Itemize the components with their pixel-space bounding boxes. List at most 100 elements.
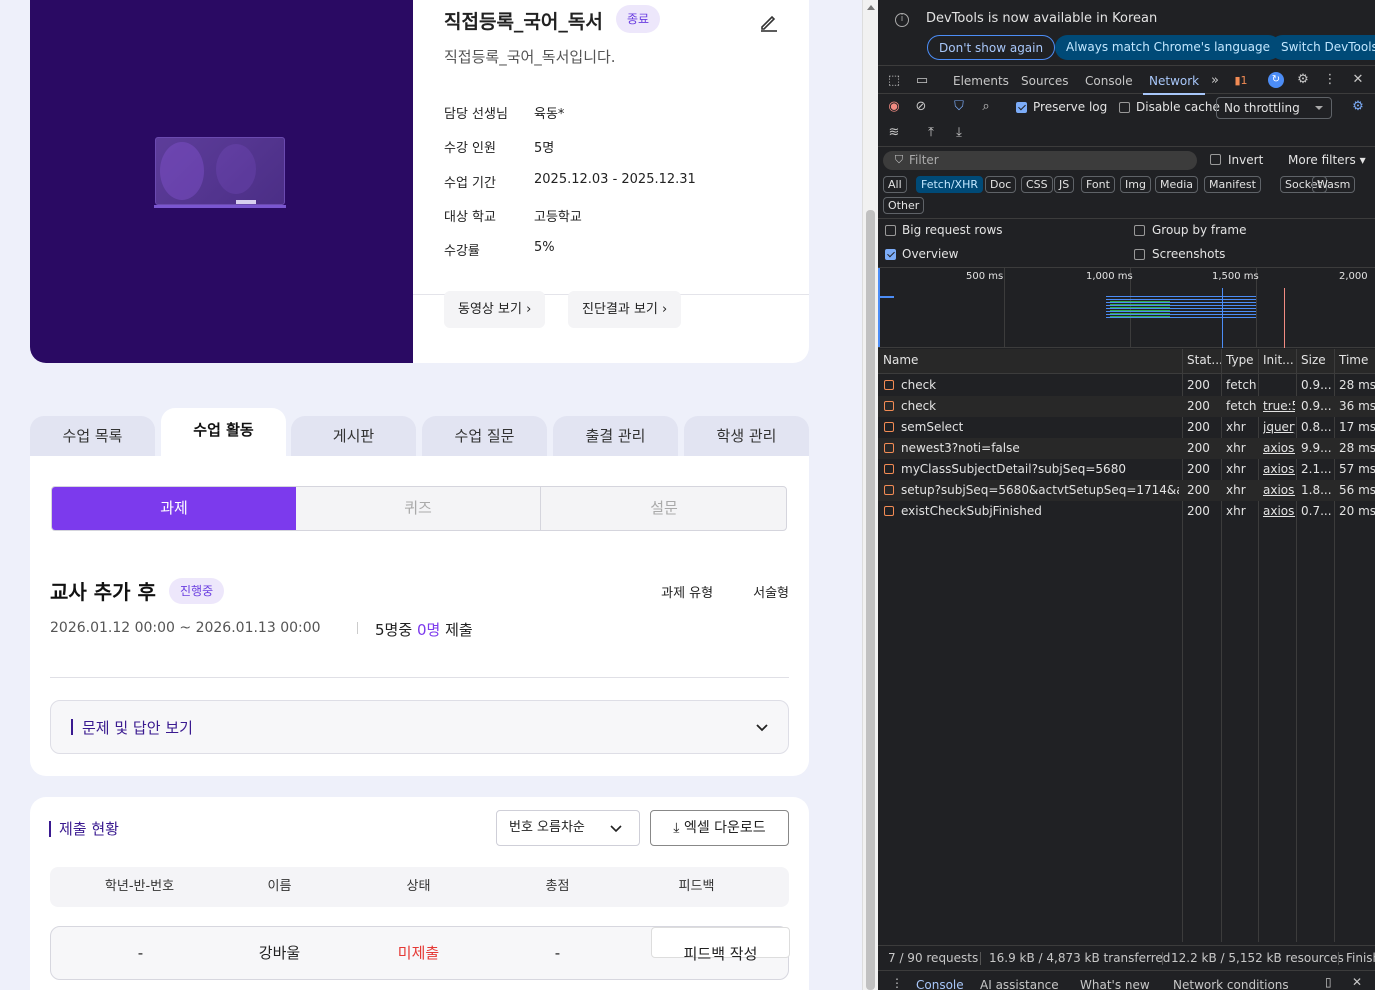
detail-label: 수강 인원 xyxy=(444,141,496,156)
tab-attendance[interactable]: 출결 관리 xyxy=(553,416,678,456)
filter-placeholder: Filter xyxy=(909,153,939,167)
more-filters-button[interactable]: More filters ▾ xyxy=(1288,153,1366,167)
issues-badge[interactable]: ▮1 xyxy=(1230,73,1252,89)
invert-checkbox[interactable] xyxy=(1210,154,1221,165)
feedback-button[interactable]: 피드백 작성 xyxy=(651,927,790,963)
col-size[interactable]: Size xyxy=(1301,353,1326,367)
video-button[interactable]: 동영상 보기 › xyxy=(444,291,546,328)
device-toolbar-icon[interactable]: ▭ xyxy=(914,73,930,89)
scroll-up-icon[interactable] xyxy=(867,5,875,10)
filter-all[interactable]: All xyxy=(883,176,907,193)
table-row[interactable]: check 200 fetch true:5 0.9... 36 ms xyxy=(878,396,1375,417)
segment-quiz[interactable]: 퀴즈 xyxy=(296,487,541,530)
excel-download-button[interactable]: ⤓ 엑셀 다운로드 xyxy=(650,810,789,846)
request-status: 200 xyxy=(1187,399,1210,413)
dock-icon[interactable]: ▯ xyxy=(1325,975,1332,989)
switch-devtools-button[interactable]: Switch DevTools xyxy=(1270,35,1375,60)
diagnosis-button[interactable]: 진단결과 보기 › xyxy=(568,291,682,328)
sort-select[interactable]: 번호 오름차순 xyxy=(496,810,640,846)
tab-questions[interactable]: 수업 질문 xyxy=(422,416,547,456)
table-row[interactable]: myClassSubjectDetail?subjSeq=5680 200 xhr a… xyxy=(878,459,1375,480)
table-row[interactable]: check 200 fetch 0.9... 28 ms xyxy=(878,375,1375,396)
inspect-icon[interactable]: ⬚ xyxy=(886,73,902,89)
network-filter-input[interactable]: Filter xyxy=(883,151,1197,170)
filter-img[interactable]: Img xyxy=(1120,176,1151,193)
tab-class-activity[interactable]: 수업 활동 xyxy=(161,408,286,456)
kebab-menu-icon[interactable]: ⋮ xyxy=(1322,72,1338,88)
request-size: 0.8... xyxy=(1301,420,1332,434)
tab-elements[interactable]: Elements xyxy=(953,74,1009,88)
drawer-tab-whats-new[interactable]: What's new xyxy=(1080,978,1150,990)
sync-icon[interactable]: ↻ xyxy=(1268,72,1284,88)
table-row[interactable]: semSelect 200 xhr jquery 0.8... 17 ms xyxy=(878,417,1375,438)
tab-console[interactable]: Console xyxy=(1085,74,1133,88)
request-initiator[interactable]: axios.r xyxy=(1263,462,1295,476)
wifi-icon[interactable]: ≋ xyxy=(886,125,902,141)
col-type[interactable]: Type xyxy=(1226,353,1254,367)
col-time[interactable]: Time xyxy=(1339,353,1368,367)
drawer-tab-console[interactable]: Console xyxy=(916,978,964,990)
overview-checkbox[interactable] xyxy=(885,249,896,260)
match-language-button[interactable]: Always match Chrome's language xyxy=(1055,35,1281,60)
search-icon[interactable]: ⌕ xyxy=(978,99,994,115)
more-tabs-icon[interactable]: » xyxy=(1207,73,1223,89)
filter-font[interactable]: Font xyxy=(1081,176,1115,193)
table-row[interactable]: newest3?noti=false 200 xhr axios.r 9.9... 28 … xyxy=(878,438,1375,459)
network-settings-icon[interactable]: ⚙ xyxy=(1350,99,1366,115)
throttling-select[interactable]: No throttling xyxy=(1216,97,1332,119)
filter-css[interactable]: CSS xyxy=(1021,176,1053,193)
devtools-language-notice: i DevTools is now available in Korean Do… xyxy=(878,0,1375,66)
filter-js[interactable]: JS xyxy=(1054,176,1075,193)
tab-students[interactable]: 학생 관리 xyxy=(684,416,809,456)
close-drawer-icon[interactable]: ✕ xyxy=(1352,975,1362,989)
page-scrollbar[interactable] xyxy=(862,0,878,990)
gear-icon[interactable]: ⚙ xyxy=(1295,72,1311,88)
excel-download-label: 엑셀 다운로드 xyxy=(683,820,766,836)
web-app: 직접등록_국어_독서 종료 직접등록_국어_독서입니다. 담당 선생님 육동* 수… xyxy=(0,0,862,990)
close-icon[interactable]: ✕ xyxy=(1350,72,1366,88)
filter-manifest[interactable]: Manifest xyxy=(1204,176,1261,193)
drawer-tab-ai-assistance[interactable]: AI assistance xyxy=(980,978,1059,990)
tab-board[interactable]: 게시판 xyxy=(291,416,416,456)
more-filters-label: More filters xyxy=(1288,153,1356,167)
network-overview-timeline[interactable]: 500 ms 1,000 ms 1,500 ms 2,000 xyxy=(878,267,1375,348)
col-name[interactable]: Name xyxy=(883,353,918,367)
download-icon[interactable]: ⤓ xyxy=(951,125,967,141)
segment-survey[interactable]: 설문 xyxy=(541,487,786,530)
filter-fetch-xhr[interactable]: Fetch/XHR xyxy=(916,176,983,193)
tab-sources[interactable]: Sources xyxy=(1021,74,1068,88)
group-frame-checkbox[interactable] xyxy=(1134,225,1145,236)
filter-other[interactable]: Other xyxy=(883,197,925,214)
request-initiator[interactable]: axios.r xyxy=(1263,504,1295,518)
filter-doc[interactable]: Doc xyxy=(985,176,1017,193)
request-initiator[interactable]: jquery xyxy=(1263,420,1295,434)
tab-class-list[interactable]: 수업 목록 xyxy=(30,416,155,456)
request-initiator[interactable]: axios.r xyxy=(1263,441,1295,455)
filter-wasm[interactable]: Wasm xyxy=(1312,176,1356,193)
request-initiator[interactable]: axios.r xyxy=(1263,483,1295,497)
disable-cache-checkbox[interactable] xyxy=(1119,102,1130,113)
screenshots-checkbox[interactable] xyxy=(1134,249,1145,260)
detail-label: 수강률 xyxy=(444,244,480,259)
big-rows-checkbox[interactable] xyxy=(885,225,896,236)
tab-network[interactable]: Network xyxy=(1142,74,1206,95)
drawer-menu-icon[interactable]: ⋮ xyxy=(891,976,903,990)
record-icon[interactable]: ◉ xyxy=(886,99,902,115)
questions-accordion[interactable]: 문제 및 답안 보기 xyxy=(50,700,789,754)
col-status[interactable]: Stat... xyxy=(1187,353,1223,367)
segment-assignment[interactable]: 과제 xyxy=(52,487,296,530)
col-initiator[interactable]: Init... xyxy=(1263,353,1294,367)
scrollbar-thumb[interactable] xyxy=(866,210,875,990)
preserve-log-checkbox[interactable] xyxy=(1016,102,1027,113)
table-row[interactable]: setup?subjSeq=5680&actvtSetupSeq=1714&ac… xyxy=(878,480,1375,501)
submission-table-header: 학년-반-번호 이름 상태 총점 피드백 xyxy=(50,867,789,907)
dont-show-again-button[interactable]: Don't show again xyxy=(927,35,1056,60)
table-row[interactable]: existCheckSubjFinished 200 xhr axios.r 0.7..… xyxy=(878,501,1375,522)
edit-icon[interactable] xyxy=(759,12,779,32)
clear-icon[interactable]: ⊘ xyxy=(913,99,929,115)
upload-icon[interactable]: ⤒ xyxy=(923,125,939,141)
filter-media[interactable]: Media xyxy=(1155,176,1199,193)
drawer-tab-network-conditions[interactable]: Network conditions xyxy=(1173,978,1289,990)
request-initiator[interactable]: true:5 xyxy=(1263,399,1295,413)
filter-icon[interactable]: ⛉ xyxy=(951,99,967,115)
